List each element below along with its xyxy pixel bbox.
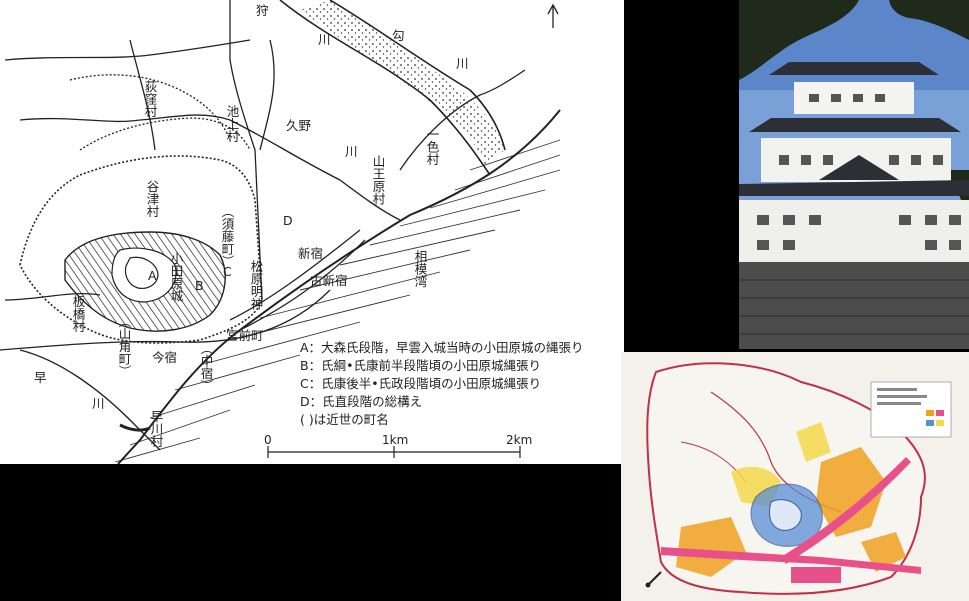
label-sanno: 山王原村	[371, 155, 386, 205]
north-arrow-icon	[547, 3, 559, 28]
label-nakajuku: （中宿）	[199, 342, 214, 392]
kari-river	[279, 0, 491, 176]
label-matsubara: 松原明神	[249, 260, 264, 310]
label-kawa-kou: 川	[456, 56, 469, 71]
label-mark-c: C	[223, 264, 232, 279]
label-suto: （須藤町）	[220, 205, 235, 268]
label-kuno-1: 久野	[286, 118, 312, 133]
legend-line-b: B：氏綱•氏康前半段階頃の小田原城縄張り	[300, 358, 541, 373]
label-itabashi: 板橋村	[71, 295, 86, 333]
label-hayakawa: 早川村	[149, 410, 164, 448]
label-mark-d: D	[283, 213, 293, 228]
legend-line-note: ( )は近世の町名	[300, 412, 389, 427]
scale-label-0: 0	[264, 433, 272, 447]
label-kari: 狩	[256, 3, 269, 18]
castle-inner-b	[111, 247, 177, 303]
colored-plan-map	[621, 352, 969, 601]
castle-illustration	[739, 0, 969, 349]
label-sagami: 相模湾	[413, 250, 428, 288]
label-isshiki: 一色村	[425, 128, 440, 166]
label-miyamae: 宮前町	[226, 328, 264, 343]
river-delta	[300, 0, 505, 165]
label-yatsu: 谷津村	[145, 180, 160, 218]
label-haya: 早	[34, 370, 47, 385]
label-mark-b: B	[195, 278, 204, 293]
map-drawing: 狩 勾 川 川 荻窪村 池上村 久野 川 山王原村 一色村 谷津村 （須藤町） …	[0, 0, 584, 464]
label-ikegami: 池上村	[225, 105, 240, 143]
label-kawa-kari: 川	[318, 32, 331, 47]
map-legend: A：大森氏段階，早雲入城当時の小田原城の縄張り B：氏綱•氏康前半段階頃の小田原…	[300, 340, 584, 427]
label-ogikubo: 荻窪村	[143, 80, 158, 118]
legend-line-d: D：氏直段階の総構え	[300, 394, 422, 409]
stone-wall	[739, 262, 969, 349]
scale-label-1km: 1km	[382, 433, 408, 447]
label-kawa-kuno: 川	[345, 144, 358, 159]
label-yamakado: （山角町）	[117, 315, 132, 378]
scale-bar	[267, 446, 521, 458]
plan-map-drawing	[621, 352, 969, 601]
scale-label-2km: 2km	[506, 433, 532, 447]
label-koshinjuku: 古新宿	[310, 273, 348, 288]
label-mark-a: A	[148, 268, 157, 283]
legend-line-c: C：氏康後半•氏政段階頃の小田原城縄張り	[300, 376, 541, 391]
label-shinjuku: 新宿	[298, 246, 323, 261]
label-kawa-haya: 川	[92, 396, 105, 411]
label-imajuku: 今宿	[152, 350, 177, 365]
historical-map: 狩 勾 川 川 荻窪村 池上村 久野 川 山王原村 一色村 谷津村 （須藤町） …	[0, 0, 624, 464]
label-odawara: 小田原城	[169, 252, 184, 303]
label-kou: 勾	[392, 28, 405, 43]
legend-line-a: A：大森氏段階，早雲入城当時の小田原城の縄張り	[300, 340, 584, 355]
castle-photo	[739, 0, 969, 349]
haya-river	[19, 349, 161, 451]
